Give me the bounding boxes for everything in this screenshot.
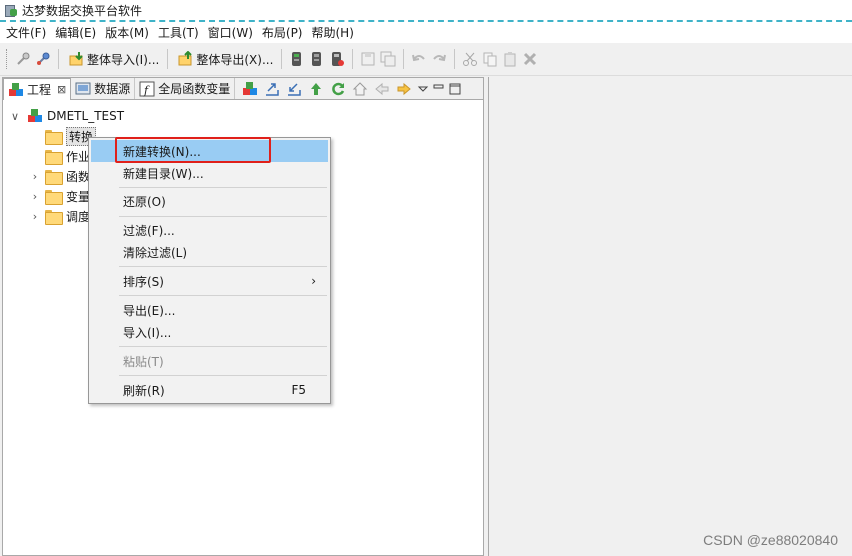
monitor-icon[interactable] [327, 49, 347, 69]
copy-icon[interactable] [480, 49, 500, 69]
export-icon [176, 49, 196, 69]
menu-window[interactable]: 窗口(W) [206, 24, 260, 41]
toolbar-separator [403, 49, 405, 69]
maximize-icon[interactable] [447, 79, 463, 99]
toolbar-separator [167, 49, 169, 69]
datasource-icon [75, 81, 91, 97]
back-arrow-icon[interactable] [371, 79, 393, 99]
menu-bar: 文件(F) 编辑(E) 版本(M) 工具(T) 窗口(W) 布局(P) 帮助(H… [0, 22, 852, 43]
folder-icon [45, 169, 63, 185]
up-arrow-icon[interactable] [305, 79, 327, 99]
menu-refresh[interactable]: 刷新(R) F5 [91, 379, 328, 401]
folder-icon [45, 149, 63, 165]
disconnect-icon[interactable] [33, 49, 53, 69]
upload-icon[interactable] [261, 79, 283, 99]
delete-icon[interactable] [520, 49, 540, 69]
menu-version[interactable]: 版本(M) [103, 24, 156, 41]
tree-root[interactable]: ∨ DMETL_TEST [3, 106, 483, 126]
editor-area[interactable] [488, 77, 852, 556]
export-all-button[interactable]: 整体导出(X)... [173, 48, 276, 70]
redo-icon[interactable] [429, 49, 449, 69]
toolbar-separator [281, 49, 283, 69]
refresh-icon[interactable] [327, 79, 349, 99]
menu-new-directory[interactable]: 新建目录(W)... [91, 162, 328, 184]
menu-separator [119, 266, 327, 267]
menu-filter[interactable]: 过滤(F)... [91, 219, 328, 241]
tab-project[interactable]: 工程 ⊠ [3, 78, 72, 100]
project-icon [8, 82, 24, 98]
new-project-icon[interactable] [239, 79, 261, 99]
chevron-right-icon[interactable]: › [29, 210, 41, 223]
menu-separator [119, 295, 327, 296]
menu-tools[interactable]: 工具(T) [156, 24, 206, 41]
menu-separator [119, 375, 327, 376]
run-icon[interactable] [287, 49, 307, 69]
main-toolbar: 整体导入(I)... 整体导出(X)... [0, 43, 852, 76]
project-icon [27, 108, 43, 124]
menu-layout[interactable]: 布局(P) [260, 24, 310, 41]
view-menu-icon[interactable] [415, 79, 431, 99]
undo-icon[interactable] [409, 49, 429, 69]
tree-root-label: DMETL_TEST [47, 109, 125, 123]
menu-help[interactable]: 帮助(H) [310, 24, 361, 41]
app-icon [4, 3, 18, 17]
menu-file[interactable]: 文件(F) [4, 24, 53, 41]
menu-paste[interactable]: 粘贴(T) [91, 350, 328, 372]
paste-icon[interactable] [500, 49, 520, 69]
toolbar-separator [58, 49, 59, 69]
chevron-right-icon: › [311, 274, 316, 288]
folder-icon [45, 189, 63, 205]
save-all-icon[interactable] [378, 49, 398, 69]
connect-icon[interactable] [13, 49, 33, 69]
watermark: CSDN @ze88020840 [703, 532, 838, 548]
panel-tools [239, 78, 463, 99]
menu-separator [119, 187, 327, 188]
function-icon: f [139, 81, 155, 97]
tab-datasource[interactable]: 数据源 [71, 78, 136, 99]
tab-global-vars[interactable]: f 全局函数变量 [135, 78, 236, 99]
stop-icon[interactable] [307, 49, 327, 69]
forward-arrow-icon[interactable] [393, 79, 415, 99]
tree-item-label: 作业 [66, 149, 91, 164]
panel-tab-bar: 工程 ⊠ 数据源 f 全局函数变量 [3, 78, 483, 100]
close-tab-icon[interactable]: ⊠ [57, 83, 66, 96]
window-title: 达梦数据交换平台软件 [22, 3, 143, 18]
import-all-button[interactable]: 整体导入(I)... [64, 48, 162, 70]
tree-item-label: 调度 [66, 209, 91, 224]
shortcut-label: F5 [291, 383, 306, 397]
home-icon[interactable] [349, 79, 371, 99]
menu-edit[interactable]: 编辑(E) [53, 24, 103, 41]
menu-restore[interactable]: 还原(O) [91, 190, 328, 212]
chevron-right-icon[interactable]: › [29, 190, 41, 203]
toolbar-grip[interactable] [6, 49, 9, 69]
toolbar-separator [454, 49, 456, 69]
chevron-down-icon[interactable]: ∨ [9, 110, 21, 123]
menu-separator [119, 216, 327, 217]
menu-export[interactable]: 导出(E)... [91, 299, 328, 321]
folder-open-icon [45, 129, 63, 145]
minimize-icon[interactable] [431, 79, 447, 99]
tree-item-label: 函数 [66, 169, 91, 184]
save-icon[interactable] [358, 49, 378, 69]
chevron-right-icon[interactable]: › [29, 170, 41, 183]
tree-item-label: 变量 [66, 189, 91, 204]
import-icon [67, 49, 87, 69]
folder-icon [45, 209, 63, 225]
menu-import[interactable]: 导入(I)... [91, 321, 328, 343]
menu-sort[interactable]: 排序(S) › [91, 270, 328, 292]
menu-separator [119, 346, 327, 347]
context-menu: 新建转换(N)... 新建目录(W)... 还原(O) 过滤(F)... 清除过… [88, 137, 331, 404]
toolbar-separator [352, 49, 354, 69]
title-bar: 达梦数据交换平台软件 [0, 0, 852, 22]
download-icon[interactable] [283, 79, 305, 99]
annotation-highlight-box [115, 137, 271, 163]
menu-clear-filter[interactable]: 清除过滤(L) [91, 241, 328, 263]
cut-icon[interactable] [460, 49, 480, 69]
